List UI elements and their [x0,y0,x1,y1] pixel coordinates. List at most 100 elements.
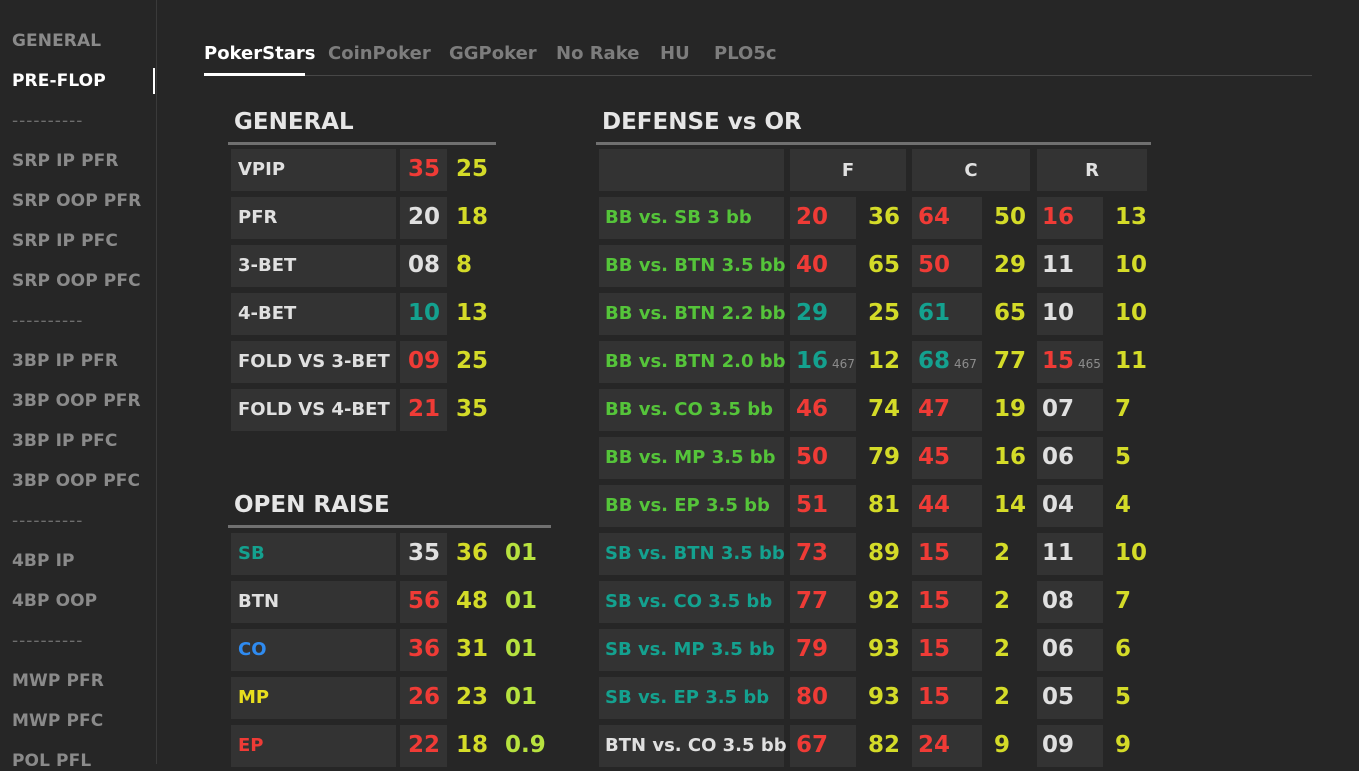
tab-plo5c[interactable]: PLO5c [714,43,777,64]
defense-fold-reference: 65 [868,252,901,278]
defense-matchup-label: BB vs. BTN 3.5 bb [605,255,786,276]
open-raise-size: 01 [505,540,538,566]
defense-fold-reference: 12 [868,348,901,374]
sidebar-separator: ---------- [12,111,84,131]
defense-raise-value: 10 [1042,300,1075,326]
open-raise-value: 35 [408,540,441,566]
defense-call-value: 15 [918,540,951,566]
general-stat-reference: 25 [456,348,489,374]
open-raise-position-label: BTN [238,591,280,612]
sidebar-item-srp-ip-pfr[interactable]: SRP IP PFR [12,151,119,171]
tab-ggpoker[interactable]: GGPoker [449,43,537,64]
defense-call-reference: 16 [994,444,1027,470]
defense-fold-reference: 36 [868,204,901,230]
sidebar-item-4bp-oop[interactable]: 4BP OOP [12,591,97,611]
sidebar-item-3bp-ip-pfc[interactable]: 3BP IP PFC [12,431,117,451]
general-stat-reference: 25 [456,156,489,182]
general-title-underline [228,142,496,145]
sidebar-item-srp-ip-pfc[interactable]: SRP IP PFC [12,231,118,251]
tab-divider [204,75,1312,76]
defense-raise-value: 06 [1042,636,1075,662]
open-raise-reference: 48 [456,588,489,614]
open-raise-value: 56 [408,588,441,614]
defense-matchup-label: BTN vs. CO 3.5 bb [605,735,787,756]
open-raise-reference: 18 [456,732,489,758]
defense-raise-value: 08 [1042,588,1075,614]
defense-call-reference: 19 [994,396,1027,422]
defense-fold-value: 73 [796,540,829,566]
defense-fold-value: 77 [796,588,829,614]
defense-header-r: R [1085,160,1099,181]
sidebar-item-4bp-ip[interactable]: 4BP IP [12,551,75,571]
tab-no-rake[interactable]: No Rake [556,43,639,64]
sidebar-item-srp-oop-pfr[interactable]: SRP OOP PFR [12,191,141,211]
sidebar-item-3bp-oop-pfr[interactable]: 3BP OOP PFR [12,391,141,411]
defense-raise-reference: 6 [1115,636,1132,662]
sidebar-item-pre-flop[interactable]: PRE-FLOP [12,71,106,91]
general-stat-label: 3-BET [238,255,297,276]
defense-matchup-label: SB vs. EP 3.5 bb [605,687,770,708]
defense-fold-value: 50 [796,444,829,470]
general-stat-label: PFR [238,207,278,228]
general-stat-reference: 35 [456,396,489,422]
defense-raise-value: 09 [1042,732,1075,758]
open-raise-value: 36 [408,636,441,662]
defense-fold-reference: 74 [868,396,901,422]
general-stat-label: 4-BET [238,303,297,324]
defense-matchup-label: SB vs. MP 3.5 bb [605,639,775,660]
active-tab-underline [204,73,305,76]
sidebar-separator: ---------- [12,631,84,651]
sidebar-separator: ---------- [12,311,84,331]
general-section-title: GENERAL [234,109,354,135]
defense-call-reference: 14 [994,492,1027,518]
defense-header-blank-cell [599,149,784,191]
defense-raise-value: 11 [1042,540,1075,566]
defense-fold-reference: 93 [868,684,901,710]
sidebar-item-general[interactable]: GENERAL [12,31,101,51]
defense-fold-value: 51 [796,492,829,518]
defense-call-value: 15 [918,684,951,710]
open-raise-reference: 31 [456,636,489,662]
sidebar-item-srp-oop-pfc[interactable]: SRP OOP PFC [12,271,141,291]
tab-pokerstars[interactable]: PokerStars [204,43,315,64]
open-raise-value: 22 [408,732,441,758]
defense-raise-value: 11 [1042,252,1075,278]
general-stat-label: FOLD VS 3-BET [238,351,390,372]
general-stat-value: 09 [408,348,441,374]
defense-raise-reference: 4 [1115,492,1132,518]
defense-call-reference: 77 [994,348,1027,374]
sidebar-item-3bp-ip-pfr[interactable]: 3BP IP PFR [12,351,118,371]
defense-fold-reference: 81 [868,492,901,518]
defense-raise-reference: 5 [1115,684,1132,710]
general-stat-reference: 18 [456,204,489,230]
defense-header-f: F [841,160,855,181]
sidebar-item-3bp-oop-pfc[interactable]: 3BP OOP PFC [12,471,140,491]
defense-fold-value: 79 [796,636,829,662]
open-raise-position-label: EP [238,735,264,756]
defense-raise-reference: 10 [1115,300,1148,326]
defense-fold-reference: 93 [868,636,901,662]
defense-call-value: 15 [918,636,951,662]
defense-fold-reference: 89 [868,540,901,566]
tab-hu[interactable]: HU [660,43,690,64]
defense-call-reference: 2 [994,588,1011,614]
active-item-marker [153,68,155,94]
defense-call-value: 24 [918,732,951,758]
sidebar-item-pol-pfl[interactable]: POL PFL [12,751,91,771]
open-raise-position-label: MP [238,687,270,708]
defense-raise-value: 16 [1042,204,1075,230]
defense-raise-value: 04 [1042,492,1075,518]
sidebar-item-mwp-pfc[interactable]: MWP PFC [12,711,103,731]
tab-coinpoker[interactable]: CoinPoker [328,43,431,64]
defense-call-value: 15 [918,588,951,614]
defense-raise-reference: 7 [1115,588,1132,614]
defense-matchup-label: BB vs. EP 3.5 bb [605,495,770,516]
general-stat-label: FOLD VS 4-BET [238,399,390,420]
general-stat-value: 20 [408,204,441,230]
defense-call-reference: 2 [994,684,1011,710]
sidebar-item-mwp-pfr[interactable]: MWP PFR [12,671,104,691]
defense-raise-reference: 10 [1115,252,1148,278]
defense-fold-value: 40 [796,252,829,278]
defense-call-value: 61 [918,300,951,326]
sidebar-separator: ---------- [12,511,84,531]
